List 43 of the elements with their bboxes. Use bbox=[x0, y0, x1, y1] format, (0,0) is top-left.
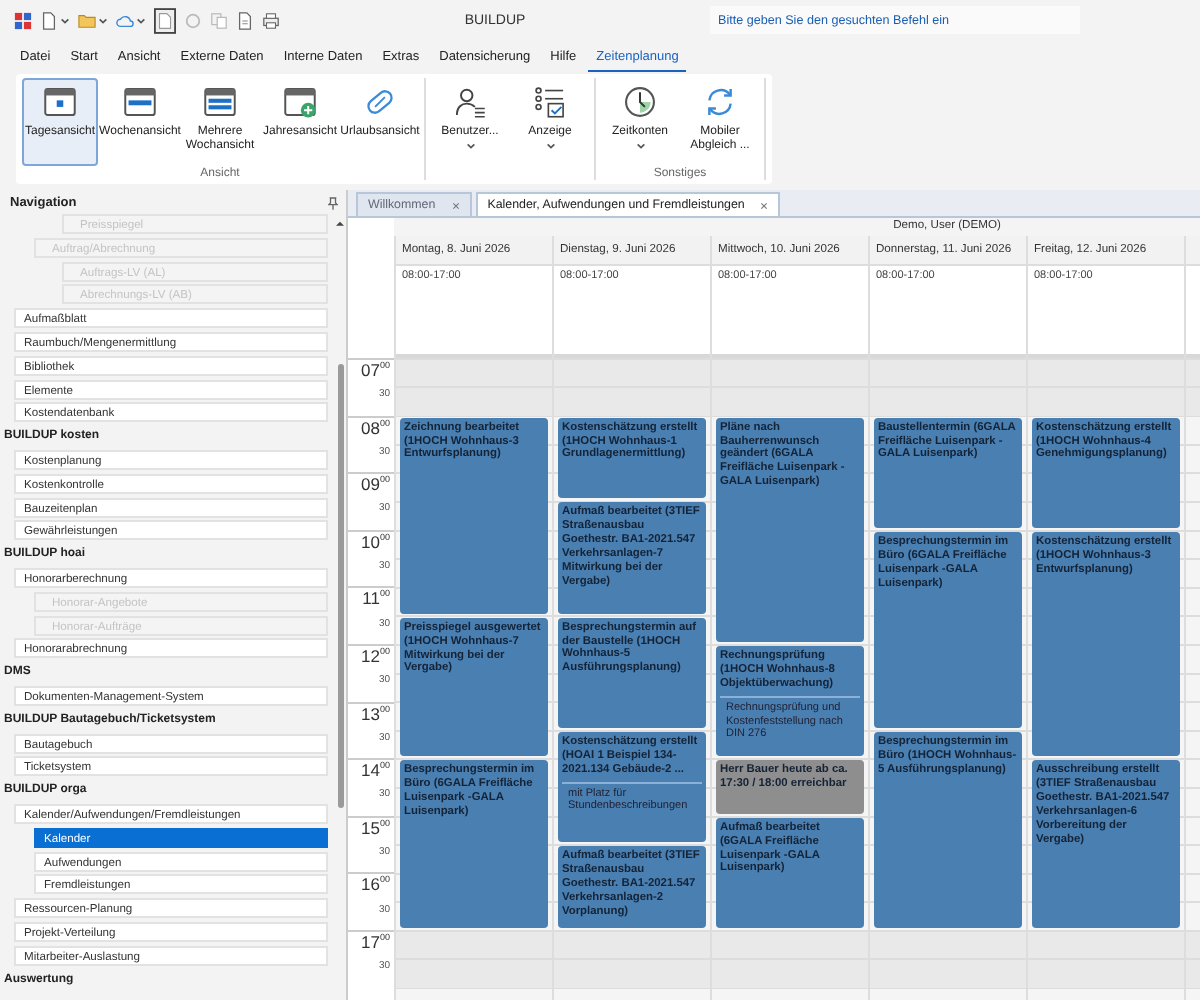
calendar-icon bbox=[202, 84, 238, 120]
caret-icon bbox=[545, 142, 555, 150]
folder-icon[interactable] bbox=[78, 11, 96, 29]
time-slot[interactable] bbox=[396, 958, 552, 988]
caret-icon[interactable] bbox=[136, 15, 146, 25]
time-slot[interactable] bbox=[870, 958, 1026, 988]
scroll-up-icon[interactable] bbox=[336, 220, 344, 226]
cloud-icon[interactable] bbox=[116, 11, 134, 29]
close-icon[interactable] bbox=[451, 201, 460, 209]
app-icon[interactable] bbox=[14, 11, 32, 29]
document-icon[interactable] bbox=[154, 7, 176, 33]
time-slot[interactable] bbox=[712, 386, 868, 416]
time-slot[interactable] bbox=[870, 929, 1026, 959]
time-slot[interactable] bbox=[712, 958, 868, 988]
time-slot[interactable] bbox=[870, 386, 1026, 416]
checklist-icon bbox=[532, 84, 568, 120]
calendar-icon bbox=[282, 84, 318, 120]
time-slot[interactable] bbox=[1028, 929, 1184, 959]
time-slot[interactable] bbox=[396, 386, 552, 416]
time-slot[interactable] bbox=[396, 358, 552, 387]
pin-icon[interactable] bbox=[328, 195, 338, 209]
time-slot[interactable] bbox=[554, 929, 710, 959]
new-document-icon[interactable] bbox=[40, 11, 58, 29]
calendar-icon bbox=[42, 84, 78, 120]
copy-icon[interactable] bbox=[210, 11, 228, 29]
time-slot[interactable] bbox=[1028, 958, 1184, 988]
clock-icon bbox=[622, 84, 658, 120]
caret-icon bbox=[465, 142, 475, 150]
caret-icon[interactable] bbox=[98, 15, 108, 25]
time-slot[interactable] bbox=[1028, 386, 1184, 416]
caret-icon[interactable] bbox=[60, 15, 70, 25]
time-slot[interactable] bbox=[554, 386, 710, 416]
scrollbar-thumb[interactable] bbox=[337, 364, 343, 808]
time-slot[interactable] bbox=[396, 929, 552, 959]
time-slot[interactable] bbox=[554, 958, 710, 988]
print-icon[interactable] bbox=[262, 11, 280, 29]
close-icon[interactable] bbox=[760, 201, 769, 209]
document-icon[interactable] bbox=[236, 11, 254, 29]
time-slot[interactable] bbox=[712, 929, 868, 959]
user-list-icon bbox=[452, 84, 488, 120]
caret-icon bbox=[635, 142, 645, 150]
calendar-icon bbox=[122, 84, 158, 120]
sync-icon bbox=[702, 84, 738, 120]
